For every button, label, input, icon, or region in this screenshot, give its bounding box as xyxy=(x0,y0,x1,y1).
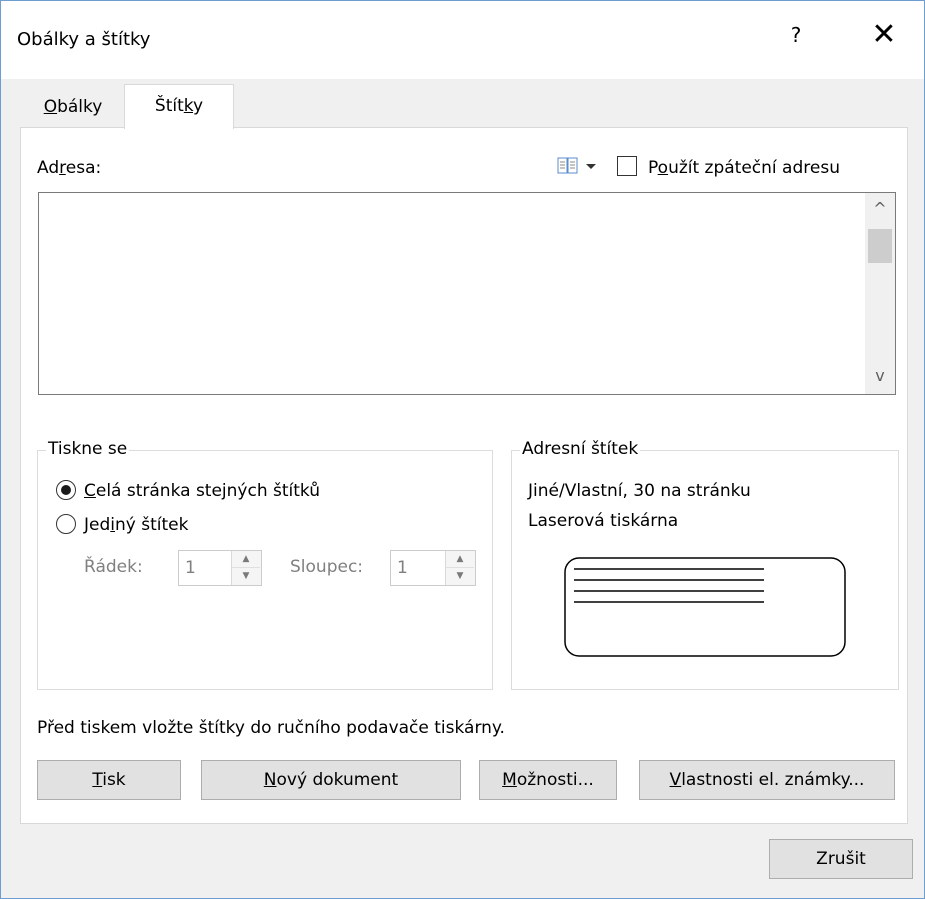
chevron-down-icon[interactable] xyxy=(583,158,599,174)
tab-envelopes-accel: O xyxy=(43,97,58,117)
scroll-down-icon[interactable]: v xyxy=(865,360,895,394)
column-stepper-buttons[interactable]: ▲ ▼ xyxy=(445,551,475,585)
column-stepper[interactable]: 1 ▲ ▼ xyxy=(390,550,476,586)
row-stepper-buttons[interactable]: ▲ ▼ xyxy=(231,551,261,585)
tab-labels[interactable]: Štítky xyxy=(124,84,234,129)
address-textarea[interactable]: ^ v xyxy=(38,192,896,395)
close-button[interactable]: ✕ xyxy=(859,17,909,61)
label-printer-text: Laserová tiskárna xyxy=(528,511,679,531)
label-preview-icon[interactable] xyxy=(564,557,846,657)
use-return-address-checkbox[interactable] xyxy=(617,156,637,176)
print-group: Tiskne se Celá stránka stejných štítků J… xyxy=(37,439,493,690)
help-button[interactable]: ? xyxy=(781,23,811,57)
full-page-label[interactable]: Celá stránka stejných štítků xyxy=(84,481,320,501)
e-postage-properties-button[interactable]: Vlastnosti el. známky... xyxy=(639,760,895,800)
tab-envelopes-label: bálky xyxy=(57,97,103,117)
column-label: Sloupec: xyxy=(290,557,364,577)
row-label: Řádek: xyxy=(84,557,143,577)
row-up-icon[interactable]: ▲ xyxy=(232,551,260,568)
label-type-text: Jiné/Vlastní, 30 na stránku xyxy=(528,481,751,501)
label-group-legend: Adresní štítek xyxy=(520,439,641,459)
title-bar: Obálky a štítky ? ✕ xyxy=(1,1,924,79)
scroll-up-icon[interactable]: ^ xyxy=(865,193,895,227)
use-return-address-label[interactable]: Použít zpáteční adresu xyxy=(648,158,840,178)
single-label-radio[interactable] xyxy=(56,514,76,534)
single-label-label[interactable]: Jediný štítek xyxy=(84,515,188,535)
row-value: 1 xyxy=(185,558,196,578)
tab-labels-label-pre: Štít xyxy=(154,96,184,116)
column-value: 1 xyxy=(397,558,408,578)
scroll-thumb[interactable] xyxy=(868,229,892,263)
address-book-icon[interactable] xyxy=(557,156,579,176)
column-up-icon[interactable]: ▲ xyxy=(446,551,474,568)
print-button[interactable]: Tisk xyxy=(37,760,181,800)
tab-envelopes[interactable]: Obálky xyxy=(23,86,123,127)
full-page-radio[interactable] xyxy=(56,480,76,500)
address-scrollbar[interactable]: ^ v xyxy=(865,193,895,394)
address-label: Adresa: xyxy=(37,158,102,178)
cancel-button[interactable]: Zrušit xyxy=(769,839,913,879)
envelopes-labels-dialog: Obálky a štítky ? ✕ Obálky Štítky Adresa… xyxy=(0,0,925,899)
tab-labels-accel: k xyxy=(183,96,194,116)
notice-text: Před tiskem vložte štítky do ručního pod… xyxy=(37,718,505,738)
window-title: Obálky a štítky xyxy=(17,29,151,50)
row-stepper[interactable]: 1 ▲ ▼ xyxy=(178,550,262,586)
row-down-icon[interactable]: ▼ xyxy=(232,568,260,585)
print-group-legend: Tiskne se xyxy=(46,439,130,459)
labels-tab-panel: Adresa: Použít zpáteční adresu ^ v Tiskn… xyxy=(20,127,908,824)
new-document-button[interactable]: Nový dokument xyxy=(201,760,461,800)
label-group: Adresní štítek Jiné/Vlastní, 30 na strán… xyxy=(511,439,899,690)
options-button[interactable]: Možnosti... xyxy=(479,760,617,800)
column-down-icon[interactable]: ▼ xyxy=(446,568,474,585)
tab-labels-label-post: y xyxy=(193,96,204,116)
